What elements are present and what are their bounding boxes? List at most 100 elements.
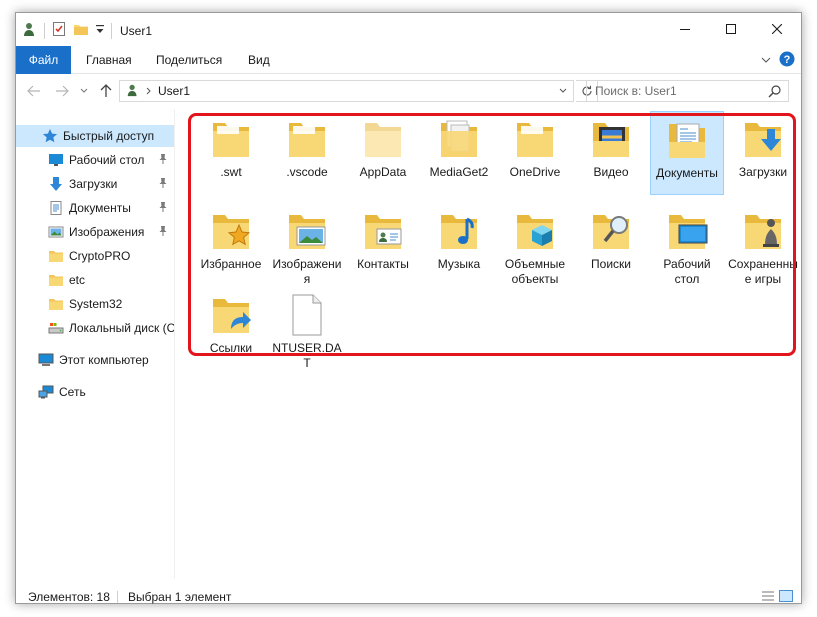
favorites-folder-icon	[207, 207, 255, 255]
file-item-searches[interactable]: Поиски	[574, 203, 648, 287]
new-folder-icon[interactable]	[73, 21, 89, 40]
tab-file[interactable]: Файл	[16, 46, 71, 74]
file-item-links[interactable]: Ссылки	[194, 287, 268, 371]
address-row: User1	[16, 75, 801, 107]
computer-icon	[38, 352, 54, 368]
details-view-icon[interactable]	[761, 590, 775, 605]
back-arrow-icon	[27, 85, 40, 97]
contacts-folder-icon	[359, 207, 407, 255]
file-name: Документы	[656, 166, 718, 180]
up-arrow-icon	[100, 84, 112, 97]
toolbar-separator	[111, 22, 112, 39]
sidebar-item-system32[interactable]: System32	[16, 293, 174, 315]
breadcrumb-separator-icon[interactable]	[146, 84, 152, 98]
searches-folder-icon	[587, 207, 635, 255]
properties-icon[interactable]	[51, 21, 67, 40]
file-item-videos[interactable]: Видео	[574, 111, 648, 195]
selection-count: Выбран 1 элемент	[128, 590, 232, 604]
breadcrumb-user1[interactable]: User1	[158, 84, 190, 98]
folder-icon	[48, 296, 64, 312]
file-item-music[interactable]: Музыка	[422, 203, 496, 287]
search-input[interactable]	[595, 84, 765, 98]
sidebar-item-local-disk[interactable]: Локальный диск (С	[16, 317, 174, 339]
file-item-vscode[interactable]: .vscode	[270, 111, 344, 195]
file-name: Рабочий стол	[663, 257, 711, 286]
help-icon[interactable]: ?	[779, 51, 795, 70]
sidebar-item-documents[interactable]: Документы	[16, 197, 174, 219]
navigation-pane: Быстрый доступ Рабочий стол Загрузки Док…	[16, 117, 174, 577]
close-button[interactable]	[754, 13, 800, 45]
file-name: Контакты	[357, 257, 409, 271]
explorer-window: User1 Файл Главная Поделиться Вид ? User…	[15, 12, 802, 604]
up-button[interactable]	[96, 81, 116, 101]
maximize-icon	[726, 24, 736, 34]
sidebar-item-label: Документы	[69, 201, 131, 215]
file-name: MediaGet2	[429, 165, 489, 179]
customize-toolbar-icon[interactable]	[95, 21, 105, 40]
recent-locations-button[interactable]	[74, 81, 94, 101]
toolbar-separator	[44, 22, 45, 39]
file-item-documents[interactable]: Документы	[650, 111, 724, 195]
saved-games-folder-icon	[739, 207, 787, 255]
file-item-favorites[interactable]: Избранное	[194, 203, 268, 287]
file-name: Поиски	[591, 257, 631, 271]
file-item-appdata[interactable]: AppData	[346, 111, 420, 195]
file-item-contacts[interactable]: Контакты	[346, 203, 420, 287]
folder-icon	[511, 115, 559, 163]
sidebar-item-label: CryptoPRO	[69, 249, 131, 263]
sidebar-item-cryptopro[interactable]: CryptoPRO	[16, 245, 174, 267]
tab-share[interactable]: Поделиться	[156, 46, 222, 74]
file-name: Видео	[593, 165, 629, 179]
file-item-desktop[interactable]: Рабочий стол	[650, 203, 724, 287]
file-item-downloads[interactable]: Загрузки	[726, 111, 800, 195]
file-item-saved-games[interactable]: Сохраненные игры	[726, 203, 800, 287]
address-bar[interactable]: User1	[119, 80, 574, 102]
maximize-button[interactable]	[708, 13, 754, 45]
sidebar-item-label: Быстрый доступ	[63, 129, 155, 143]
ribbon-controls: ?	[761, 51, 795, 70]
file-item-swt[interactable]: .swt	[194, 111, 268, 195]
sidebar-item-downloads[interactable]: Загрузки	[16, 173, 174, 195]
quick-access-toolbar: User1	[22, 21, 152, 40]
pin-icon[interactable]	[158, 153, 168, 168]
file-name: AppData	[359, 165, 407, 179]
pane-divider[interactable]	[174, 109, 175, 579]
file-item-ntuser-dat[interactable]: NTUSER.DAT	[270, 287, 344, 371]
sidebar-item-pictures[interactable]: Изображения	[16, 221, 174, 243]
sidebar-item-label: Локальный диск (С	[69, 321, 174, 335]
sidebar-item-desktop[interactable]: Рабочий стол	[16, 149, 174, 171]
file-item-onedrive[interactable]: OneDrive	[498, 111, 572, 195]
file-name: NTUSER.DAT	[272, 341, 342, 370]
file-item-mediaget2[interactable]: MediaGet2	[422, 111, 496, 195]
close-icon	[772, 24, 782, 34]
expand-ribbon-icon[interactable]	[761, 54, 771, 68]
file-item-3d-objects[interactable]: Объемные объекты	[498, 203, 572, 287]
forward-button[interactable]	[52, 81, 72, 101]
sidebar-item-this-pc[interactable]: Этот компьютер	[16, 349, 174, 371]
address-dropdown-button[interactable]	[553, 81, 573, 101]
window-title: User1	[120, 23, 153, 38]
sidebar-item-quick-access[interactable]: Быстрый доступ	[16, 125, 174, 147]
file-name: Ссылки	[209, 341, 253, 355]
tab-view[interactable]: Вид	[248, 46, 270, 74]
links-folder-icon	[207, 291, 255, 339]
sidebar-item-label: Загрузки	[69, 177, 118, 191]
pin-icon[interactable]	[158, 225, 168, 240]
file-item-pictures[interactable]: Изображения	[270, 203, 344, 287]
file-name: Сохраненные игры	[728, 257, 798, 286]
pin-icon[interactable]	[158, 177, 168, 192]
folder-icon	[283, 115, 331, 163]
drive-icon	[48, 320, 64, 336]
search-box[interactable]	[586, 80, 789, 102]
back-button[interactable]	[24, 81, 44, 101]
status-separator	[117, 591, 118, 603]
search-icon	[768, 84, 782, 101]
sidebar-item-network[interactable]: Сеть	[16, 381, 174, 403]
title-bar: User1	[16, 13, 801, 45]
pin-icon[interactable]	[158, 201, 168, 216]
minimize-button[interactable]	[662, 13, 708, 45]
sidebar-item-etc[interactable]: etc	[16, 269, 174, 291]
tab-home[interactable]: Главная	[86, 46, 132, 74]
large-icons-view-icon[interactable]	[779, 590, 793, 605]
folder-icon	[48, 272, 64, 288]
